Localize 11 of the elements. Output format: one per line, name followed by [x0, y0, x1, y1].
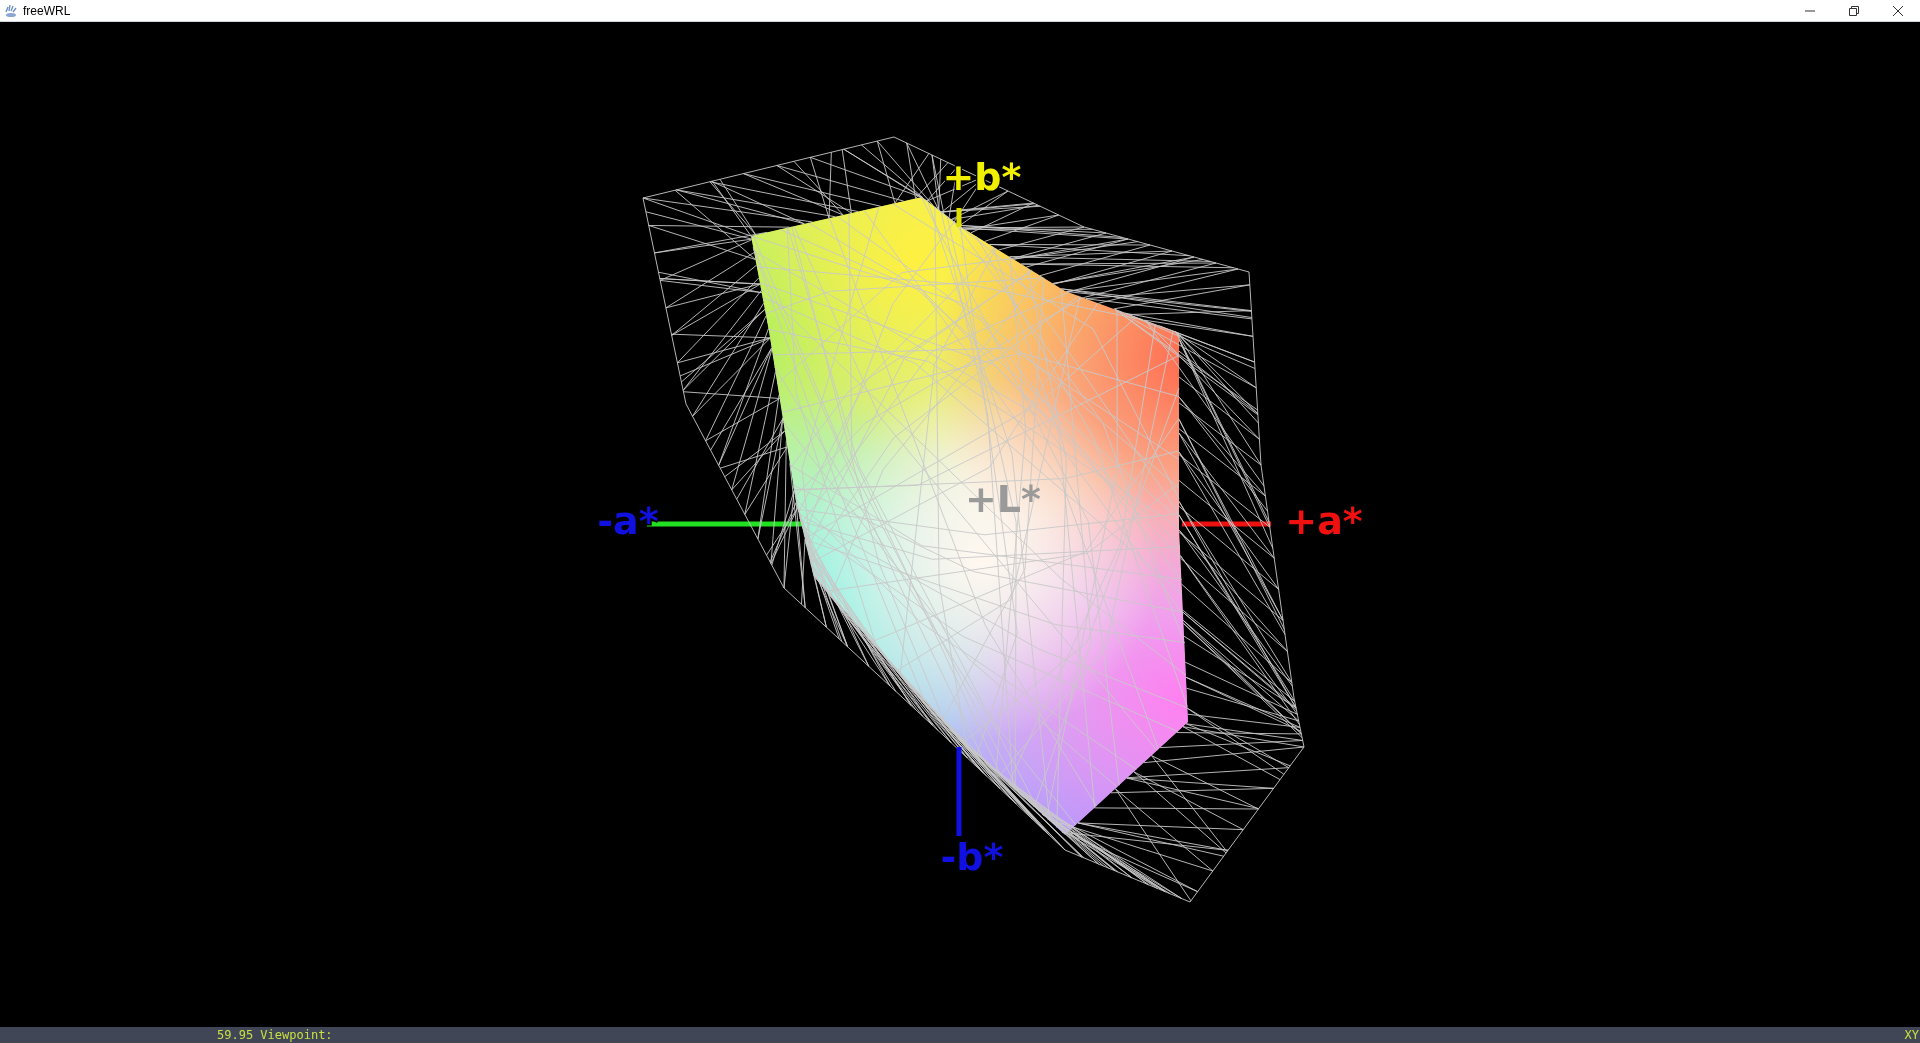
axis-label: +L*	[965, 477, 1041, 521]
restore-icon	[1849, 5, 1859, 16]
navigation-mode-text: XY	[1904, 1027, 1919, 1043]
axis-label: +a*	[1285, 499, 1363, 543]
axis-label: -a*	[597, 499, 659, 543]
axis-line	[956, 208, 962, 227]
window-title: freeWRL	[23, 2, 71, 20]
close-icon	[1893, 5, 1903, 16]
app-logo-icon	[4, 3, 18, 18]
status-text: 59.95 Viewpoint:	[217, 1027, 333, 1043]
axis-label: -b*	[940, 835, 1004, 879]
